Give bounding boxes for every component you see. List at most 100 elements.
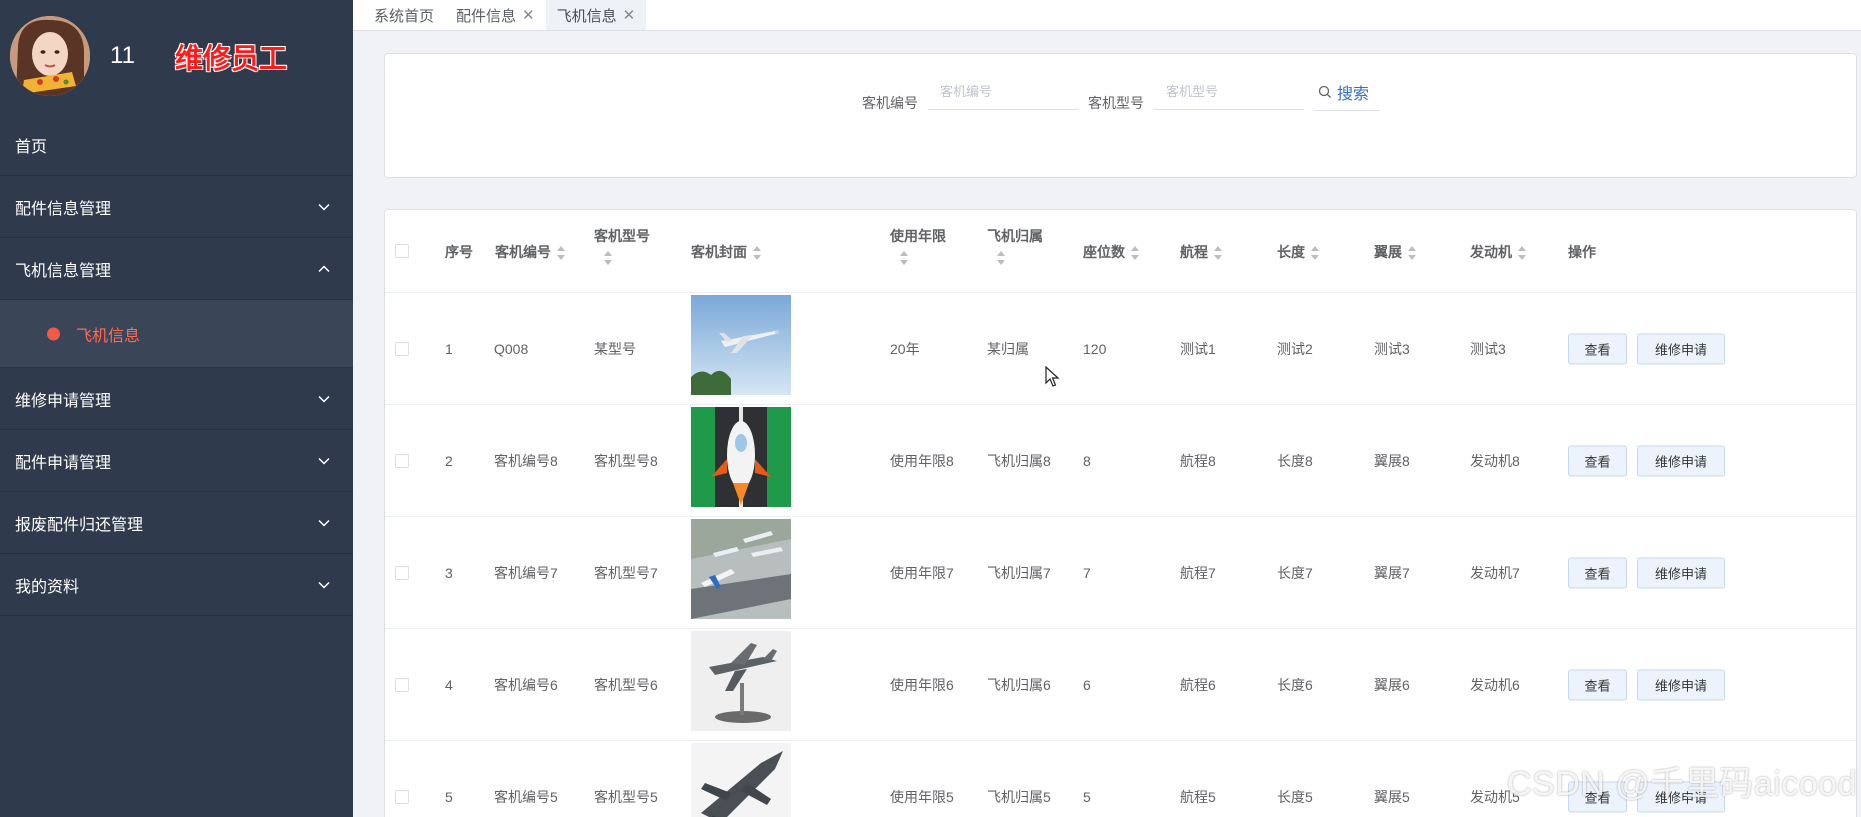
aircraft-model-input[interactable] (1154, 74, 1304, 110)
cell-code: 客机编号6 (494, 676, 558, 693)
cell-engine: 发动机6 (1470, 676, 1520, 693)
repair-request-button[interactable]: 维修申请 (1637, 445, 1725, 476)
search-panel: 客机编号 客机型号 搜索 (384, 53, 1857, 178)
menu-item-aircraft-info[interactable]: 飞机信息管理 (0, 238, 353, 300)
cell-wingspan: 翼展6 (1374, 676, 1410, 693)
repair-request-button[interactable]: 维修申请 (1637, 669, 1725, 700)
sort-icon[interactable] (557, 246, 565, 261)
close-icon[interactable]: ✕ (623, 6, 636, 24)
watermark: CSDN @千里码aicood (1507, 765, 1857, 803)
search-button[interactable]: 搜索 (1314, 74, 1380, 111)
header-label: 航程 (1180, 244, 1208, 260)
cell-index: 4 (445, 676, 453, 693)
cell-wingspan: 翼展5 (1374, 788, 1410, 805)
repair-request-button[interactable]: 维修申请 (1637, 557, 1725, 588)
header-wingspan[interactable]: 翼展 (1374, 242, 1416, 262)
menu-item-parts-info[interactable]: 配件信息管理 (0, 176, 353, 238)
select-all-checkbox[interactable] (395, 244, 409, 258)
cell-index: 2 (445, 452, 453, 469)
tab-bar: 系统首页 配件信息 ✕ 飞机信息 ✕ (353, 0, 1861, 31)
aircraft-table: 序号 客机编号 客机型号 客机封面 使用年限 飞机归属 座位数 航程 长度 翼展… (384, 209, 1857, 817)
tab-parts-info[interactable]: 配件信息 ✕ (445, 0, 546, 30)
chevron-down-icon (318, 519, 330, 527)
menu-item-my-profile[interactable]: 我的资料 (0, 554, 353, 616)
tab-label: 系统首页 (374, 7, 435, 25)
chevron-up-icon (318, 264, 330, 272)
aircraft-cover-image[interactable] (691, 295, 791, 395)
sort-icon[interactable] (1214, 246, 1222, 261)
cell-seats: 120 (1083, 340, 1107, 357)
sort-icon[interactable] (997, 251, 1005, 265)
row-checkbox[interactable] (395, 454, 409, 468)
header-code[interactable]: 客机编号 (495, 242, 565, 262)
header-model[interactable]: 客机型号 (594, 226, 650, 265)
user-profile: 11 维修员工 (0, 0, 353, 114)
aircraft-code-input[interactable] (928, 74, 1078, 110)
tab-home[interactable]: 系统首页 (363, 0, 445, 30)
cell-index: 3 (445, 564, 453, 581)
cell-code: 客机编号8 (494, 452, 558, 469)
header-owner[interactable]: 飞机归属 (987, 226, 1043, 265)
header-label: 翼展 (1374, 244, 1402, 260)
row-checkbox[interactable] (395, 678, 409, 692)
aircraft-cover-image[interactable] (691, 743, 791, 817)
menu-item-home[interactable]: 首页 (0, 114, 353, 176)
header-label: 座位数 (1083, 244, 1125, 260)
menu-item-parts-requests[interactable]: 配件申请管理 (0, 430, 353, 492)
submenu-item-aircraft[interactable]: 飞机信息 (0, 300, 353, 368)
aircraft-cover-image[interactable] (691, 519, 791, 619)
aircraft-cover-image[interactable] (691, 407, 791, 507)
header-cover[interactable]: 客机封面 (691, 242, 761, 262)
row-checkbox[interactable] (395, 566, 409, 580)
menu-item-label: 飞机信息管理 (15, 262, 112, 280)
cell-length: 长度8 (1277, 452, 1313, 469)
view-button[interactable]: 查看 (1568, 557, 1627, 588)
cell-index: 1 (445, 340, 453, 357)
repair-request-button[interactable]: 维修申请 (1637, 333, 1725, 364)
header-years[interactable]: 使用年限 (890, 226, 946, 265)
row-checkbox[interactable] (395, 790, 409, 804)
active-dot-icon (47, 327, 60, 340)
sort-icon[interactable] (1518, 246, 1526, 261)
row-checkbox[interactable] (395, 342, 409, 356)
menu-item-label: 配件信息管理 (15, 200, 112, 218)
header-engine[interactable]: 发动机 (1470, 242, 1526, 262)
cell-range: 航程7 (1180, 564, 1216, 581)
view-button[interactable]: 查看 (1568, 445, 1627, 476)
menu-item-label: 配件申请管理 (15, 454, 112, 472)
cell-engine: 测试3 (1470, 340, 1506, 357)
view-button[interactable]: 查看 (1568, 333, 1627, 364)
cell-years: 使用年限5 (890, 788, 954, 805)
submenu-item-label: 飞机信息 (76, 327, 141, 345)
avatar[interactable] (10, 16, 90, 96)
sort-icon[interactable] (900, 251, 908, 265)
sort-icon[interactable] (1408, 246, 1416, 261)
menu-item-label: 报废配件归还管理 (15, 516, 144, 534)
cell-seats: 8 (1083, 452, 1091, 469)
cell-years: 使用年限7 (890, 564, 954, 581)
sort-icon[interactable] (604, 251, 612, 265)
table-row: 3 客机编号7 客机型号7 使用年限7 飞机归属7 7 航程7 长度7 翼展7 … (385, 516, 1856, 628)
cell-code: 客机编号5 (494, 788, 558, 805)
header-length[interactable]: 长度 (1277, 242, 1319, 262)
cell-wingspan: 翼展7 (1374, 564, 1410, 581)
cell-length: 长度5 (1277, 788, 1313, 805)
header-label: 使用年限 (890, 228, 946, 244)
cell-owner: 飞机归属6 (987, 676, 1051, 693)
menu-item-label: 我的资料 (15, 578, 80, 596)
header-range[interactable]: 航程 (1180, 242, 1222, 262)
cell-owner: 某归属 (987, 340, 1029, 357)
close-icon[interactable]: ✕ (522, 6, 535, 24)
aircraft-cover-image[interactable] (691, 631, 791, 731)
sort-icon[interactable] (1131, 246, 1139, 261)
sort-icon[interactable] (1311, 246, 1319, 261)
sort-icon[interactable] (753, 246, 761, 261)
tab-aircraft-info[interactable]: 飞机信息 ✕ (545, 0, 647, 30)
menu-item-repair-requests[interactable]: 维修申请管理 (0, 368, 353, 430)
view-button[interactable]: 查看 (1568, 669, 1627, 700)
header-index: 序号 (445, 244, 473, 260)
cell-model: 客机型号8 (594, 452, 658, 469)
cell-seats: 7 (1083, 564, 1091, 581)
header-seats[interactable]: 座位数 (1083, 242, 1139, 262)
menu-item-scrap-returns[interactable]: 报废配件归还管理 (0, 492, 353, 554)
